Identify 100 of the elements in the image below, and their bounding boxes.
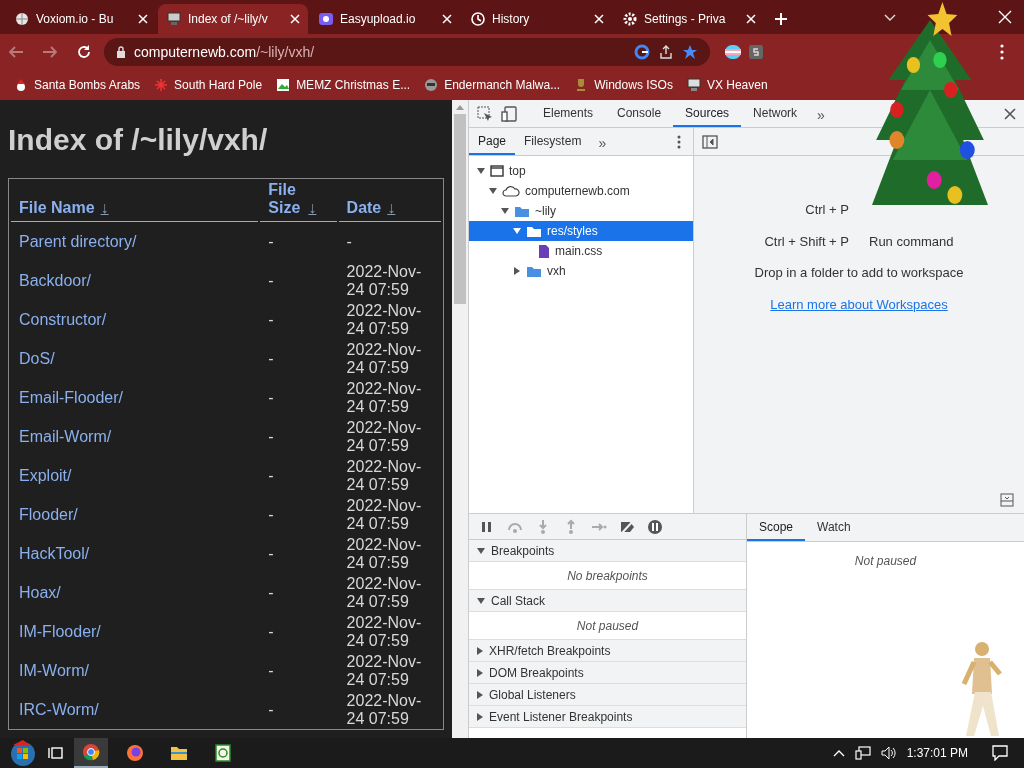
device-icon[interactable] (501, 106, 517, 122)
expand-triangle-icon[interactable] (501, 208, 509, 214)
section-header[interactable]: Event Listener Breakpoints (469, 706, 746, 728)
workspaces-link[interactable]: Learn more about Workspaces (770, 296, 948, 312)
devtools-tab[interactable]: Elements (531, 100, 606, 127)
navigator-tab[interactable]: Page (469, 128, 516, 155)
firefox-icon (126, 744, 144, 762)
extension-icon[interactable] (748, 44, 764, 60)
folder-link[interactable]: IM-Flooder/ (19, 622, 101, 640)
section-header[interactable]: DOM Breakpoints (469, 662, 746, 684)
folder-link[interactable]: Exploit/ (19, 466, 72, 484)
tree-item[interactable]: ~lily (469, 201, 693, 221)
settings-icon (622, 11, 638, 27)
bookmark[interactable]: Windows ISOs (574, 76, 673, 94)
table-cell-text: - (267, 621, 275, 642)
table-cell-text: 2022-Nov-24 07:59 (345, 339, 423, 378)
browser-tab[interactable]: Index of /~lily/v (158, 4, 308, 34)
more-tabs-button[interactable]: » (590, 128, 615, 155)
section-header[interactable]: Breakpoints (469, 540, 746, 562)
expand-triangle-icon[interactable] (513, 228, 521, 234)
sidebar-tab[interactable]: Scope (747, 514, 806, 541)
bookmark-label: Windows ISOs (594, 77, 673, 94)
table-cell-text: 2022-Nov-24 07:59 (345, 495, 423, 534)
browser-tab[interactable]: Settings - Priva (614, 4, 764, 34)
start-orb-icon[interactable] (8, 739, 38, 767)
clock-text[interactable]: 1:37:01 PM (906, 744, 968, 762)
close-icon[interactable] (1004, 108, 1016, 120)
section-header[interactable]: Global Listeners (469, 684, 746, 706)
section-title: XHR/fetch Breakpoints (489, 642, 611, 660)
section-header[interactable]: Call Stack (469, 590, 746, 612)
scrollbar-thumb[interactable] (454, 114, 466, 304)
folder-link[interactable]: Email-Worm/ (19, 427, 112, 445)
bookmark[interactable]: Endermanch Malwa... (424, 76, 561, 94)
collapse-triangle-icon[interactable] (514, 267, 520, 275)
star-icon[interactable] (682, 44, 698, 60)
tree-item[interactable]: computernewb.com (469, 181, 693, 201)
google-logo-icon[interactable] (634, 44, 650, 60)
folder-link[interactable]: Flooder/ (19, 505, 78, 523)
browser-tab[interactable]: Voxiom.io - Bu (6, 4, 156, 34)
pause-on-exceptions-icon[interactable] (647, 518, 663, 535)
folder-link[interactable]: IM-Worm/ (19, 661, 89, 679)
folder-link[interactable]: IRC-Worm/ (19, 700, 99, 718)
folder-link[interactable]: HackTool/ (19, 544, 90, 562)
sort-arrow[interactable]: ↓ (387, 199, 396, 216)
folder-link[interactable]: Constructor/ (19, 310, 107, 328)
drawer-toggle-icon[interactable] (1000, 493, 1014, 507)
inspect-icon[interactable] (477, 106, 493, 122)
network-icon[interactable] (854, 746, 871, 760)
chevron-down-icon[interactable] (884, 14, 896, 22)
new-tab-icon[interactable] (774, 12, 788, 26)
tree-item[interactable]: vxh (469, 261, 693, 281)
task-view-icon[interactable] (48, 745, 64, 761)
chevron-up-icon[interactable] (832, 749, 845, 757)
browser-tab[interactable]: Easyupload.io (310, 4, 460, 34)
devtools-tab[interactable]: Console (605, 100, 674, 127)
tree-item[interactable]: main.css (469, 241, 693, 261)
folder-link[interactable]: Email-Flooder/ (19, 388, 124, 406)
tab-title: Easyupload.io (340, 11, 417, 28)
section-header[interactable]: XHR/fetch Breakpoints (469, 640, 746, 662)
reload-icon[interactable] (76, 44, 92, 60)
devtools-tab[interactable]: Network (741, 100, 810, 127)
folder-link[interactable]: Hoax/ (19, 583, 61, 601)
bookmark[interactable]: VX Heaven (686, 76, 768, 94)
column-header-link[interactable]: File Name (19, 199, 95, 217)
share-icon[interactable] (658, 44, 674, 60)
more-tabs-button[interactable]: » (809, 100, 833, 127)
tree-label: vxh (547, 263, 566, 280)
column-header-link[interactable]: File Size (268, 181, 303, 217)
notification-icon[interactable] (992, 745, 1008, 761)
expand-triangle-icon[interactable] (489, 188, 497, 194)
expand-triangle-icon[interactable] (477, 168, 485, 174)
back-arrow-icon[interactable] (8, 44, 24, 60)
more-options-icon[interactable] (677, 135, 681, 149)
address-bar[interactable]: computernewb.com/~lily/vxh/ (104, 38, 710, 66)
forward-arrow-icon[interactable] (42, 44, 58, 60)
menu-icon[interactable] (1000, 44, 1004, 60)
taskbar-app[interactable] (74, 738, 108, 768)
frame-icon (490, 165, 504, 177)
sort-arrow[interactable]: ↓ (100, 199, 109, 216)
flag-icon[interactable] (724, 44, 742, 60)
tree-item[interactable]: top (469, 161, 693, 181)
folder-link[interactable]: DoS/ (19, 349, 55, 367)
sort-arrow[interactable]: ↓ (308, 199, 317, 216)
bookmark[interactable]: South Hard Pole (154, 76, 263, 94)
sidebar-toggle-icon[interactable] (702, 135, 718, 149)
computer-icon (686, 78, 701, 92)
column-header-link[interactable]: Date (346, 199, 382, 217)
bookmark[interactable]: Santa Bombs Arabs (14, 76, 141, 94)
bookmark[interactable]: MEMZ Christmas E... (276, 76, 411, 94)
sidebar-tab[interactable]: Watch (805, 514, 863, 541)
table-cell-text: 2022-Nov-24 07:59 (345, 261, 423, 300)
browser-tab[interactable]: History (462, 4, 612, 34)
navigator-tab[interactable]: Filesystem (515, 128, 591, 155)
table-cell-text: 2022-Nov-24 07:59 (345, 573, 423, 612)
tree-item[interactable]: res/styles (469, 221, 693, 241)
folder-link[interactable]: Parent directory/ (19, 232, 137, 250)
tree-label: main.css (555, 243, 603, 260)
table-cell-text: 2022-Nov-24 07:59 (345, 651, 423, 690)
volume-icon[interactable] (880, 746, 897, 760)
folder-link[interactable]: Backdoor/ (19, 271, 92, 289)
